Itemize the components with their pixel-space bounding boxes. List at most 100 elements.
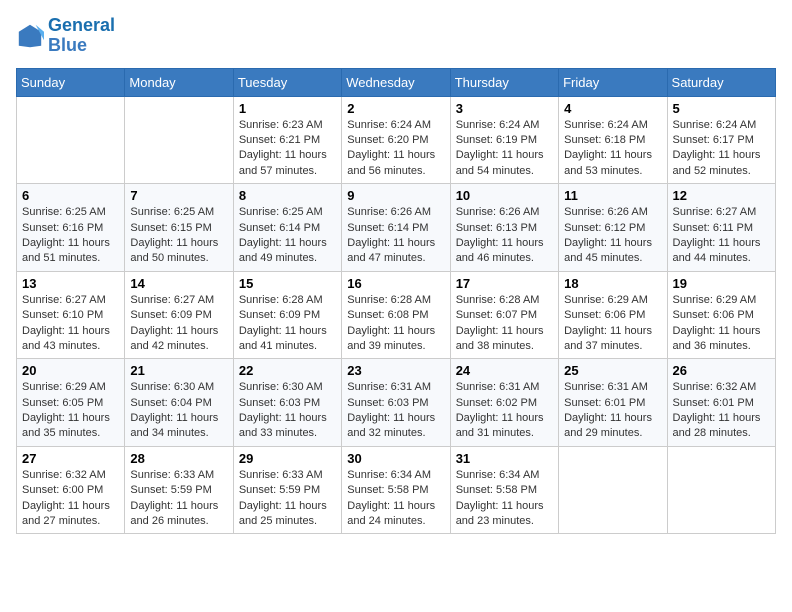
day-number: 16 xyxy=(347,276,444,291)
calendar-cell: 21 Sunrise: 6:30 AM Sunset: 6:04 PM Dayli… xyxy=(125,359,233,447)
calendar-cell: 24Sunrise: 6:31 AM Sunset: 6:02 PM Dayli… xyxy=(450,359,558,447)
day-number: 9 xyxy=(347,188,444,203)
day-header-saturday: Saturday xyxy=(667,68,775,96)
day-number: 10 xyxy=(456,188,553,203)
day-number: 4 xyxy=(564,101,661,116)
calendar-cell: 31Sunrise: 6:34 AM Sunset: 5:58 PM Dayli… xyxy=(450,446,558,534)
cell-info: Sunrise: 6:27 AM Sunset: 6:11 PM Dayligh… xyxy=(673,205,770,267)
calendar-cell: 12 Sunrise: 6:27 AM Sunset: 6:11 PM Dayli… xyxy=(667,184,775,272)
day-number: 23 xyxy=(347,363,444,378)
calendar-cell: 26 Sunrise: 6:32 AM Sunset: 6:01 PM Dayli… xyxy=(667,359,775,447)
cell-info: Sunrise: 6:28 AM Sunset: 6:07 PM Dayligh… xyxy=(456,293,553,355)
cell-info: Sunrise: 6:24 AM Sunset: 6:17 PM Dayligh… xyxy=(673,118,770,180)
calendar-cell xyxy=(125,96,233,184)
day-number: 27 xyxy=(22,451,119,466)
cell-info: Sunrise: 6:29 AM Sunset: 6:06 PM Dayligh… xyxy=(564,293,661,355)
day-number: 7 xyxy=(130,188,227,203)
day-number: 20 xyxy=(22,363,119,378)
day-number: 2 xyxy=(347,101,444,116)
cell-info: Sunrise: 6:26 AM Sunset: 6:13 PM Dayligh… xyxy=(456,205,553,267)
calendar-cell: 15 Sunrise: 6:28 AM Sunset: 6:09 PM Dayli… xyxy=(233,271,341,359)
calendar-cell: 25 Sunrise: 6:31 AM Sunset: 6:01 PM Dayli… xyxy=(559,359,667,447)
calendar-cell: 16 Sunrise: 6:28 AM Sunset: 6:08 PM Dayli… xyxy=(342,271,450,359)
day-number: 13 xyxy=(22,276,119,291)
cell-info: Sunrise: 6:31 AM Sunset: 6:03 PM Dayligh… xyxy=(347,380,444,442)
day-number: 26 xyxy=(673,363,770,378)
cell-info: Sunrise: 6:32 AM Sunset: 6:01 PM Dayligh… xyxy=(673,380,770,442)
calendar-week-row: 6 Sunrise: 6:25 AM Sunset: 6:16 PM Daylig… xyxy=(17,184,776,272)
day-number: 19 xyxy=(673,276,770,291)
logo-text: General Blue xyxy=(48,16,115,56)
cell-info: Sunrise: 6:27 AM Sunset: 6:10 PM Dayligh… xyxy=(22,293,119,355)
cell-info: Sunrise: 6:25 AM Sunset: 6:16 PM Dayligh… xyxy=(22,205,119,267)
day-number: 5 xyxy=(673,101,770,116)
cell-info: Sunrise: 6:33 AM Sunset: 5:59 PM Dayligh… xyxy=(130,468,227,530)
calendar-cell xyxy=(667,446,775,534)
cell-info: Sunrise: 6:25 AM Sunset: 6:15 PM Dayligh… xyxy=(130,205,227,267)
logo-icon xyxy=(16,22,44,50)
day-number: 29 xyxy=(239,451,336,466)
cell-info: Sunrise: 6:30 AM Sunset: 6:03 PM Dayligh… xyxy=(239,380,336,442)
day-number: 15 xyxy=(239,276,336,291)
cell-info: Sunrise: 6:29 AM Sunset: 6:05 PM Dayligh… xyxy=(22,380,119,442)
cell-info: Sunrise: 6:33 AM Sunset: 5:59 PM Dayligh… xyxy=(239,468,336,530)
calendar-cell: 14 Sunrise: 6:27 AM Sunset: 6:09 PM Dayli… xyxy=(125,271,233,359)
day-number: 12 xyxy=(673,188,770,203)
calendar-cell: 2 Sunrise: 6:24 AM Sunset: 6:20 PM Daylig… xyxy=(342,96,450,184)
calendar-cell xyxy=(559,446,667,534)
cell-info: Sunrise: 6:32 AM Sunset: 6:00 PM Dayligh… xyxy=(22,468,119,530)
calendar-cell: 20 Sunrise: 6:29 AM Sunset: 6:05 PM Dayli… xyxy=(17,359,125,447)
cell-info: Sunrise: 6:26 AM Sunset: 6:14 PM Dayligh… xyxy=(347,205,444,267)
calendar-cell: 13 Sunrise: 6:27 AM Sunset: 6:10 PM Dayli… xyxy=(17,271,125,359)
day-number: 21 xyxy=(130,363,227,378)
cell-info: Sunrise: 6:30 AM Sunset: 6:04 PM Dayligh… xyxy=(130,380,227,442)
calendar-cell: 27 Sunrise: 6:32 AM Sunset: 6:00 PM Dayli… xyxy=(17,446,125,534)
calendar-cell: 29 Sunrise: 6:33 AM Sunset: 5:59 PM Dayli… xyxy=(233,446,341,534)
day-number: 1 xyxy=(239,101,336,116)
page-header: General Blue xyxy=(16,16,776,56)
cell-info: Sunrise: 6:28 AM Sunset: 6:08 PM Dayligh… xyxy=(347,293,444,355)
calendar-cell: 22Sunrise: 6:30 AM Sunset: 6:03 PM Dayli… xyxy=(233,359,341,447)
calendar-cell: 8Sunrise: 6:25 AM Sunset: 6:14 PM Daylig… xyxy=(233,184,341,272)
cell-info: Sunrise: 6:27 AM Sunset: 6:09 PM Dayligh… xyxy=(130,293,227,355)
day-number: 24 xyxy=(456,363,553,378)
calendar-cell: 7 Sunrise: 6:25 AM Sunset: 6:15 PM Daylig… xyxy=(125,184,233,272)
calendar-cell: 4 Sunrise: 6:24 AM Sunset: 6:18 PM Daylig… xyxy=(559,96,667,184)
calendar-header-row: SundayMondayTuesdayWednesdayThursdayFrid… xyxy=(17,68,776,96)
calendar-cell: 1Sunrise: 6:23 AM Sunset: 6:21 PM Daylig… xyxy=(233,96,341,184)
day-number: 28 xyxy=(130,451,227,466)
calendar-cell: 19 Sunrise: 6:29 AM Sunset: 6:06 PM Dayli… xyxy=(667,271,775,359)
cell-info: Sunrise: 6:31 AM Sunset: 6:01 PM Dayligh… xyxy=(564,380,661,442)
day-number: 6 xyxy=(22,188,119,203)
day-header-thursday: Thursday xyxy=(450,68,558,96)
calendar-cell: 5 Sunrise: 6:24 AM Sunset: 6:17 PM Daylig… xyxy=(667,96,775,184)
calendar-cell: 28 Sunrise: 6:33 AM Sunset: 5:59 PM Dayli… xyxy=(125,446,233,534)
day-number: 18 xyxy=(564,276,661,291)
day-header-sunday: Sunday xyxy=(17,68,125,96)
day-header-tuesday: Tuesday xyxy=(233,68,341,96)
cell-info: Sunrise: 6:29 AM Sunset: 6:06 PM Dayligh… xyxy=(673,293,770,355)
cell-info: Sunrise: 6:24 AM Sunset: 6:18 PM Dayligh… xyxy=(564,118,661,180)
calendar-table: SundayMondayTuesdayWednesdayThursdayFrid… xyxy=(16,68,776,535)
cell-info: Sunrise: 6:24 AM Sunset: 6:20 PM Dayligh… xyxy=(347,118,444,180)
logo: General Blue xyxy=(16,16,115,56)
cell-info: Sunrise: 6:24 AM Sunset: 6:19 PM Dayligh… xyxy=(456,118,553,180)
day-number: 17 xyxy=(456,276,553,291)
calendar-cell: 6 Sunrise: 6:25 AM Sunset: 6:16 PM Daylig… xyxy=(17,184,125,272)
day-number: 11 xyxy=(564,188,661,203)
day-number: 14 xyxy=(130,276,227,291)
calendar-cell: 11 Sunrise: 6:26 AM Sunset: 6:12 PM Dayli… xyxy=(559,184,667,272)
day-number: 30 xyxy=(347,451,444,466)
calendar-week-row: 1Sunrise: 6:23 AM Sunset: 6:21 PM Daylig… xyxy=(17,96,776,184)
calendar-cell: 30Sunrise: 6:34 AM Sunset: 5:58 PM Dayli… xyxy=(342,446,450,534)
cell-info: Sunrise: 6:26 AM Sunset: 6:12 PM Dayligh… xyxy=(564,205,661,267)
calendar-week-row: 13 Sunrise: 6:27 AM Sunset: 6:10 PM Dayli… xyxy=(17,271,776,359)
cell-info: Sunrise: 6:28 AM Sunset: 6:09 PM Dayligh… xyxy=(239,293,336,355)
calendar-week-row: 20 Sunrise: 6:29 AM Sunset: 6:05 PM Dayli… xyxy=(17,359,776,447)
day-header-wednesday: Wednesday xyxy=(342,68,450,96)
calendar-cell xyxy=(17,96,125,184)
calendar-cell: 9 Sunrise: 6:26 AM Sunset: 6:14 PM Daylig… xyxy=(342,184,450,272)
calendar-cell: 3Sunrise: 6:24 AM Sunset: 6:19 PM Daylig… xyxy=(450,96,558,184)
calendar-week-row: 27 Sunrise: 6:32 AM Sunset: 6:00 PM Dayli… xyxy=(17,446,776,534)
day-number: 25 xyxy=(564,363,661,378)
